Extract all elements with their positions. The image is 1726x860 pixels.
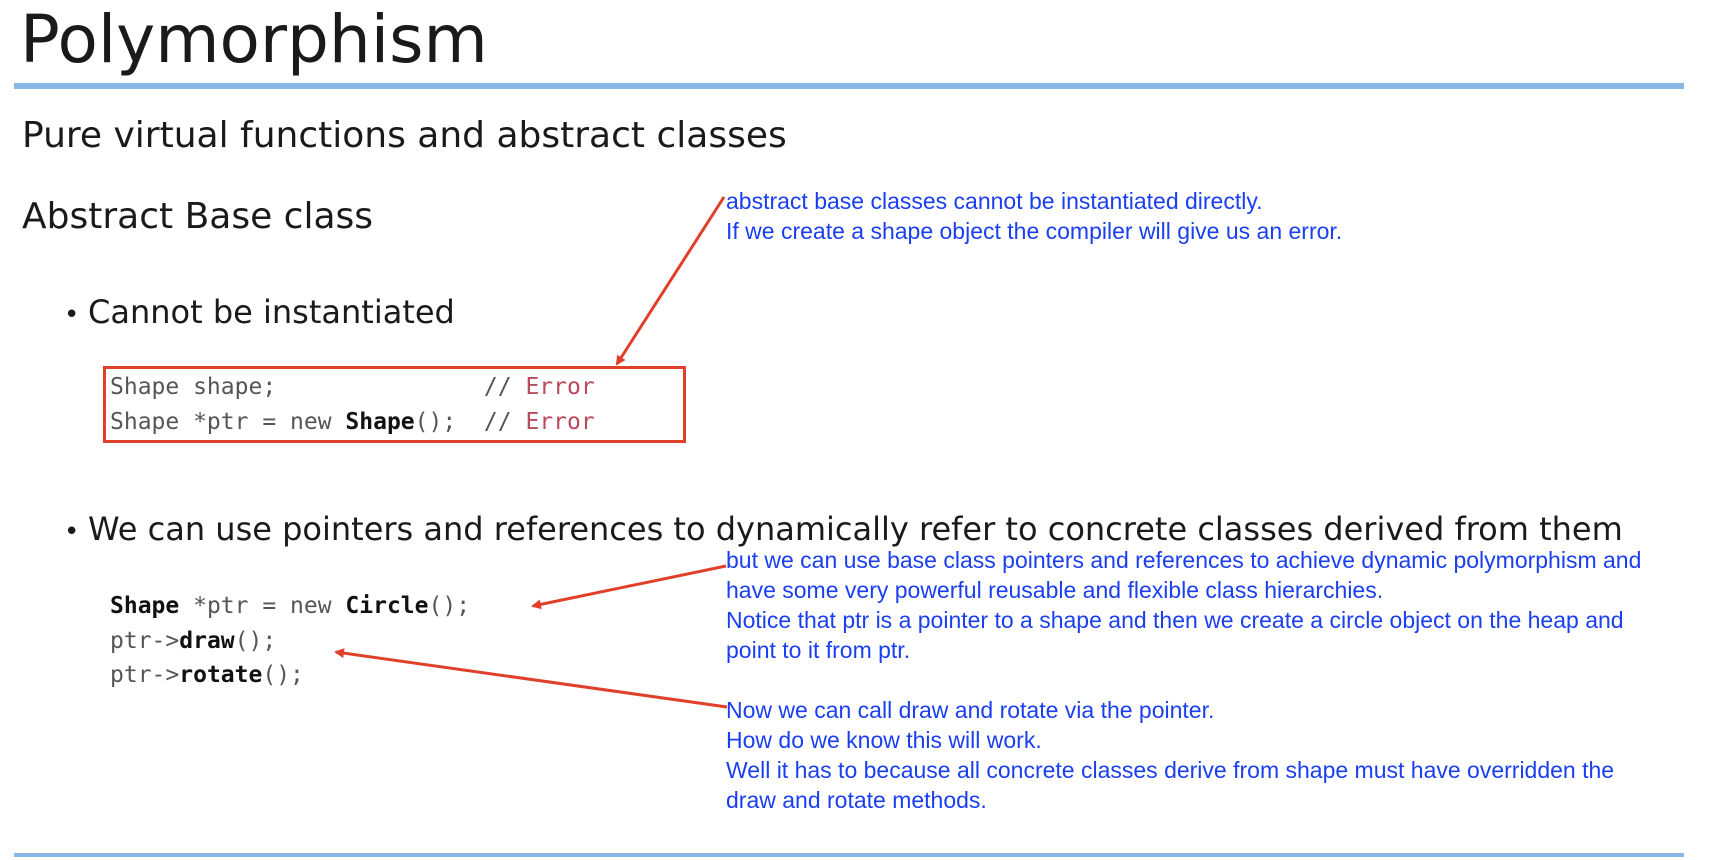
code-line: Shape *ptr = new Circle();: [110, 593, 471, 619]
code-line: ptr->draw();: [110, 627, 277, 654]
bullet-marker: •: [64, 300, 80, 330]
footer-rule: [14, 853, 1684, 857]
annotation-call-via-pointer: Now we can call draw and rotate via the …: [726, 697, 1615, 813]
title-underline-rule: [14, 83, 1684, 89]
annotation-base-pointers: but we can use base class pointers and r…: [726, 547, 1642, 663]
slide-title: Polymorphism: [20, 1, 488, 78]
code-block-error: Shape shape; // Error Shape *ptr = new Sh…: [110, 370, 595, 439]
slide-subtitle: Pure virtual functions and abstract clas…: [22, 115, 787, 156]
section-heading: Abstract Base class: [22, 196, 374, 237]
code-line: Shape *ptr = new Shape(); // Error: [110, 408, 595, 435]
arrow-to-error-box: [615, 196, 726, 366]
bullet-marker: •: [64, 517, 80, 547]
code-line: Shape shape; // Error: [110, 374, 595, 400]
bullet-text: Cannot be instantiated: [88, 293, 455, 331]
bullet-cannot-instantiate: • Cannot be instantiated: [64, 290, 455, 337]
annotation-abstract-error: abstract base classes cannot be instanti…: [726, 188, 1343, 244]
code-block-polymorphic-usage: Shape *ptr = new Circle(); ptr->draw(); pt…: [110, 589, 470, 693]
bullet-text: We can use pointers and references to dy…: [88, 510, 1623, 548]
code-line: ptr->rotate();: [110, 662, 304, 688]
arrow-to-circle-new: [531, 564, 727, 610]
